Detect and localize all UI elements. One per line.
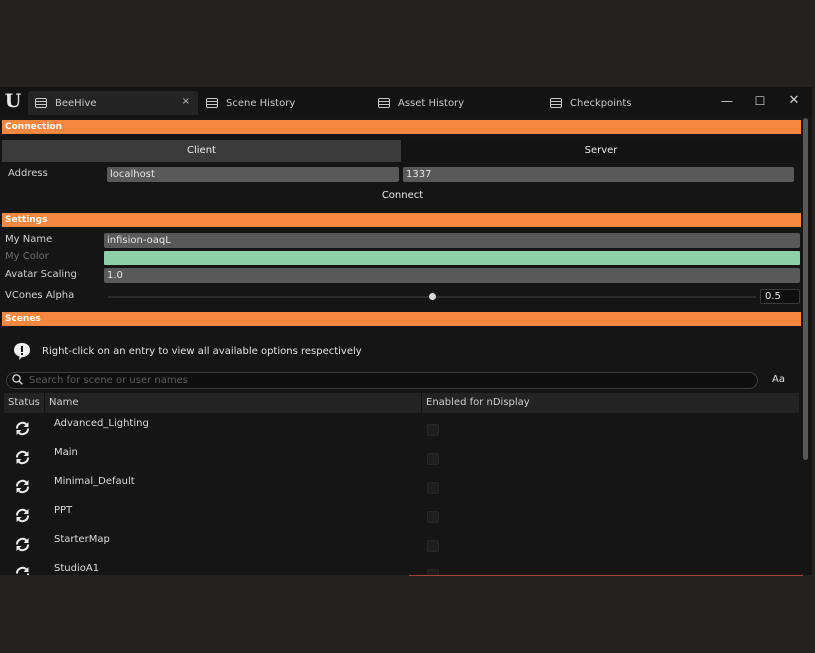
ndisplay-checkbox[interactable] <box>427 511 439 523</box>
avatar-scaling-label: Avatar Scaling <box>5 269 77 280</box>
match-case-button[interactable]: Aa <box>772 374 785 385</box>
address-input[interactable]: localhost <box>107 167 399 182</box>
column-ndisplay[interactable]: Enabled for nDisplay <box>426 397 530 408</box>
address-label: Address <box>8 168 48 179</box>
tab-asset-history[interactable]: Asset History <box>378 91 538 115</box>
tab-label: Checkpoints <box>570 97 632 109</box>
column-status[interactable]: Status <box>8 397 40 408</box>
table-row[interactable]: Minimal_Default <box>4 472 799 501</box>
scene-name: Main <box>54 447 78 458</box>
server-toggle[interactable]: Server <box>401 140 801 162</box>
ndisplay-checkbox[interactable] <box>427 424 439 436</box>
window-edge-divider <box>409 575 803 576</box>
info-speech-bubble-icon <box>12 341 32 361</box>
info-text: Right-click on an entry to view all avai… <box>42 345 362 357</box>
my-color-swatch[interactable] <box>104 251 800 265</box>
search-icon <box>12 373 23 388</box>
vcones-alpha-label: VCones Alpha <box>5 290 75 301</box>
sync-icon <box>14 536 31 553</box>
table-row[interactable]: StarterMap <box>4 530 799 559</box>
ndisplay-checkbox[interactable] <box>427 540 439 552</box>
connect-button[interactable]: Connect <box>360 188 445 204</box>
table-row[interactable]: PPT <box>4 501 799 530</box>
scene-name: Minimal_Default <box>54 476 135 487</box>
client-toggle[interactable]: Client <box>2 140 401 162</box>
port-input[interactable]: 1337 <box>403 167 794 182</box>
close-window-button[interactable]: ✕ <box>779 91 809 111</box>
window-tab-icon <box>206 98 218 108</box>
my-name-label: My Name <box>5 234 53 245</box>
my-color-label: My Color <box>5 251 49 262</box>
vcones-alpha-input[interactable]: 0.5 <box>760 289 800 304</box>
table-row[interactable]: Main <box>4 443 799 472</box>
close-tab-icon[interactable]: × <box>182 96 190 107</box>
unreal-logo-icon: U <box>4 90 22 112</box>
title-bar: U BeeHive × Scene History Asset History <box>0 87 812 117</box>
window-tab-icon <box>550 98 562 108</box>
table-row[interactable]: Advanced_Lighting <box>4 414 799 443</box>
table-row[interactable]: StudioA1 <box>4 559 799 575</box>
maximize-button[interactable]: ☐ <box>745 91 775 111</box>
beehive-window: U BeeHive × Scene History Asset History <box>0 87 812 575</box>
tab-label: Scene History <box>226 97 296 109</box>
vcones-alpha-slider-handle[interactable] <box>429 293 436 300</box>
scene-search-input[interactable]: Search for scene or user names <box>6 372 758 389</box>
connection-header[interactable]: Connection <box>2 120 801 134</box>
tab-scene-history[interactable]: Scene History <box>206 91 366 115</box>
tab-beehive[interactable]: BeeHive × <box>28 91 198 115</box>
search-placeholder: Search for scene or user names <box>29 375 188 386</box>
minimize-button[interactable]: — <box>712 91 742 111</box>
scenes-header[interactable]: Scenes <box>2 312 801 326</box>
scenes-info: Right-click on an entry to view all avai… <box>12 341 362 361</box>
my-name-input[interactable]: infision-oaqL <box>104 233 800 248</box>
sync-icon <box>14 478 31 495</box>
sync-icon <box>14 507 31 524</box>
vertical-scrollbar[interactable] <box>803 118 808 460</box>
window-tab-icon <box>35 98 47 108</box>
sync-icon <box>14 565 31 575</box>
settings-header[interactable]: Settings <box>2 213 801 227</box>
scenes-table-header: Status Name Enabled for nDisplay <box>4 393 799 413</box>
tab-label: Asset History <box>398 97 465 109</box>
sync-icon <box>14 449 31 466</box>
ndisplay-checkbox[interactable] <box>427 482 439 494</box>
scene-name: StarterMap <box>54 534 110 545</box>
tab-label: BeeHive <box>55 97 97 109</box>
scene-name: PPT <box>54 505 73 516</box>
column-name[interactable]: Name <box>49 397 79 408</box>
scene-name: StudioA1 <box>54 563 100 574</box>
window-tab-icon <box>378 98 390 108</box>
ndisplay-checkbox[interactable] <box>427 453 439 465</box>
sync-icon <box>14 420 31 437</box>
scene-name: Advanced_Lighting <box>54 418 149 429</box>
avatar-scaling-input[interactable]: 1.0 <box>104 268 800 283</box>
column-divider[interactable] <box>44 393 45 413</box>
tab-checkpoints[interactable]: Checkpoints <box>550 91 710 115</box>
column-divider[interactable] <box>421 393 422 413</box>
